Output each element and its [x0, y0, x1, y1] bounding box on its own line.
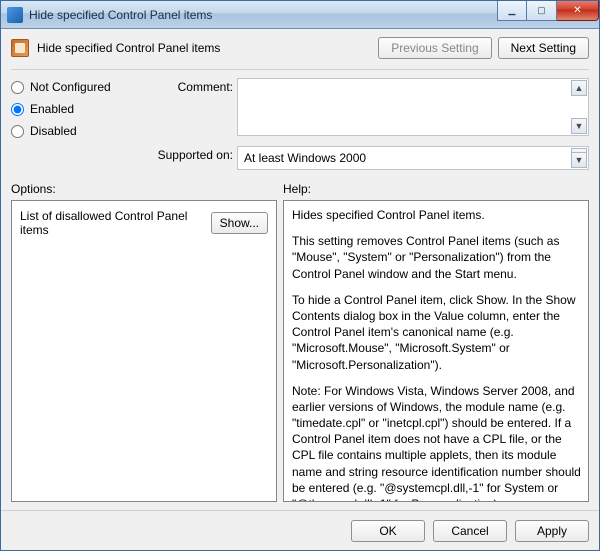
radio-not-configured[interactable]: Not Configured — [11, 80, 141, 94]
close-button[interactable]: ✕ — [557, 1, 599, 21]
comment-label: Comment: — [147, 78, 237, 94]
policy-title: Hide specified Control Panel items — [37, 41, 220, 55]
previous-setting-button[interactable]: Previous Setting — [378, 37, 491, 59]
comment-field[interactable]: ▲ ▼ — [237, 78, 589, 136]
ok-button[interactable]: OK — [351, 520, 425, 542]
maximize-button[interactable]: ▢ — [527, 1, 557, 21]
window-buttons: ▁ ▢ ✕ — [497, 1, 599, 21]
header-row: Hide specified Control Panel items Previ… — [11, 37, 589, 59]
supported-field: At least Windows 2000 ▲ ▼ — [237, 146, 589, 170]
options-label: Options: — [11, 182, 283, 196]
separator — [11, 69, 589, 70]
supported-label: Supported on: — [147, 146, 237, 162]
titlebar[interactable]: Hide specified Control Panel items ▁ ▢ ✕ — [1, 1, 599, 29]
window-title: Hide specified Control Panel items — [29, 8, 212, 22]
close-icon: ✕ — [573, 5, 581, 16]
chevron-down-icon: ▼ — [575, 122, 584, 131]
state-radios: Not Configured Enabled Disabled — [11, 78, 141, 170]
panes: List of disallowed Control Panel items S… — [11, 200, 589, 502]
help-paragraph: Hides specified Control Panel items. — [292, 207, 584, 223]
button-bar: OK Cancel Apply — [1, 510, 599, 550]
radio-enabled[interactable]: Enabled — [11, 102, 141, 116]
pane-labels: Options: Help: — [11, 182, 589, 196]
help-pane: Hides specified Control Panel items. Thi… — [283, 200, 589, 502]
chevron-up-icon: ▲ — [575, 84, 584, 93]
options-row: List of disallowed Control Panel items S… — [20, 209, 268, 237]
help-paragraph: Note: For Windows Vista, Windows Server … — [292, 383, 584, 501]
supported-spin-down[interactable]: ▼ — [571, 152, 587, 168]
radio-not-configured-label: Not Configured — [30, 80, 111, 94]
next-setting-button[interactable]: Next Setting — [498, 37, 589, 59]
minimize-icon: ▁ — [509, 6, 516, 15]
app-icon — [7, 7, 23, 23]
maximize-icon: ▢ — [537, 6, 546, 15]
radio-disabled-label: Disabled — [30, 124, 77, 138]
dialog-window: Hide specified Control Panel items ▁ ▢ ✕… — [0, 0, 600, 551]
help-paragraph: This setting removes Control Panel items… — [292, 233, 584, 282]
apply-button[interactable]: Apply — [515, 520, 589, 542]
help-label: Help: — [283, 182, 311, 196]
comment-spin-down[interactable]: ▼ — [571, 118, 587, 134]
radio-not-configured-input[interactable] — [11, 81, 24, 94]
radio-enabled-label: Enabled — [30, 102, 74, 116]
show-button[interactable]: Show... — [211, 212, 268, 234]
chevron-down-icon: ▼ — [575, 156, 584, 165]
policy-icon — [11, 39, 29, 57]
help-paragraph: To hide a Control Panel item, click Show… — [292, 292, 584, 373]
settings-block: Not Configured Enabled Disabled Comment:… — [11, 78, 589, 170]
radio-enabled-input[interactable] — [11, 103, 24, 116]
radio-disabled-input[interactable] — [11, 125, 24, 138]
settings-right: Comment: ▲ ▼ Supported on: At least Wind… — [147, 78, 589, 170]
cancel-button[interactable]: Cancel — [433, 520, 507, 542]
radio-disabled[interactable]: Disabled — [11, 124, 141, 138]
content-area: Hide specified Control Panel items Previ… — [1, 29, 599, 510]
comment-spin-up[interactable]: ▲ — [571, 80, 587, 96]
supported-value: At least Windows 2000 — [244, 151, 366, 165]
options-pane: List of disallowed Control Panel items S… — [11, 200, 277, 502]
options-row-label: List of disallowed Control Panel items — [20, 209, 205, 237]
minimize-button[interactable]: ▁ — [497, 1, 527, 21]
help-text-scroll[interactable]: Hides specified Control Panel items. Thi… — [284, 201, 588, 501]
